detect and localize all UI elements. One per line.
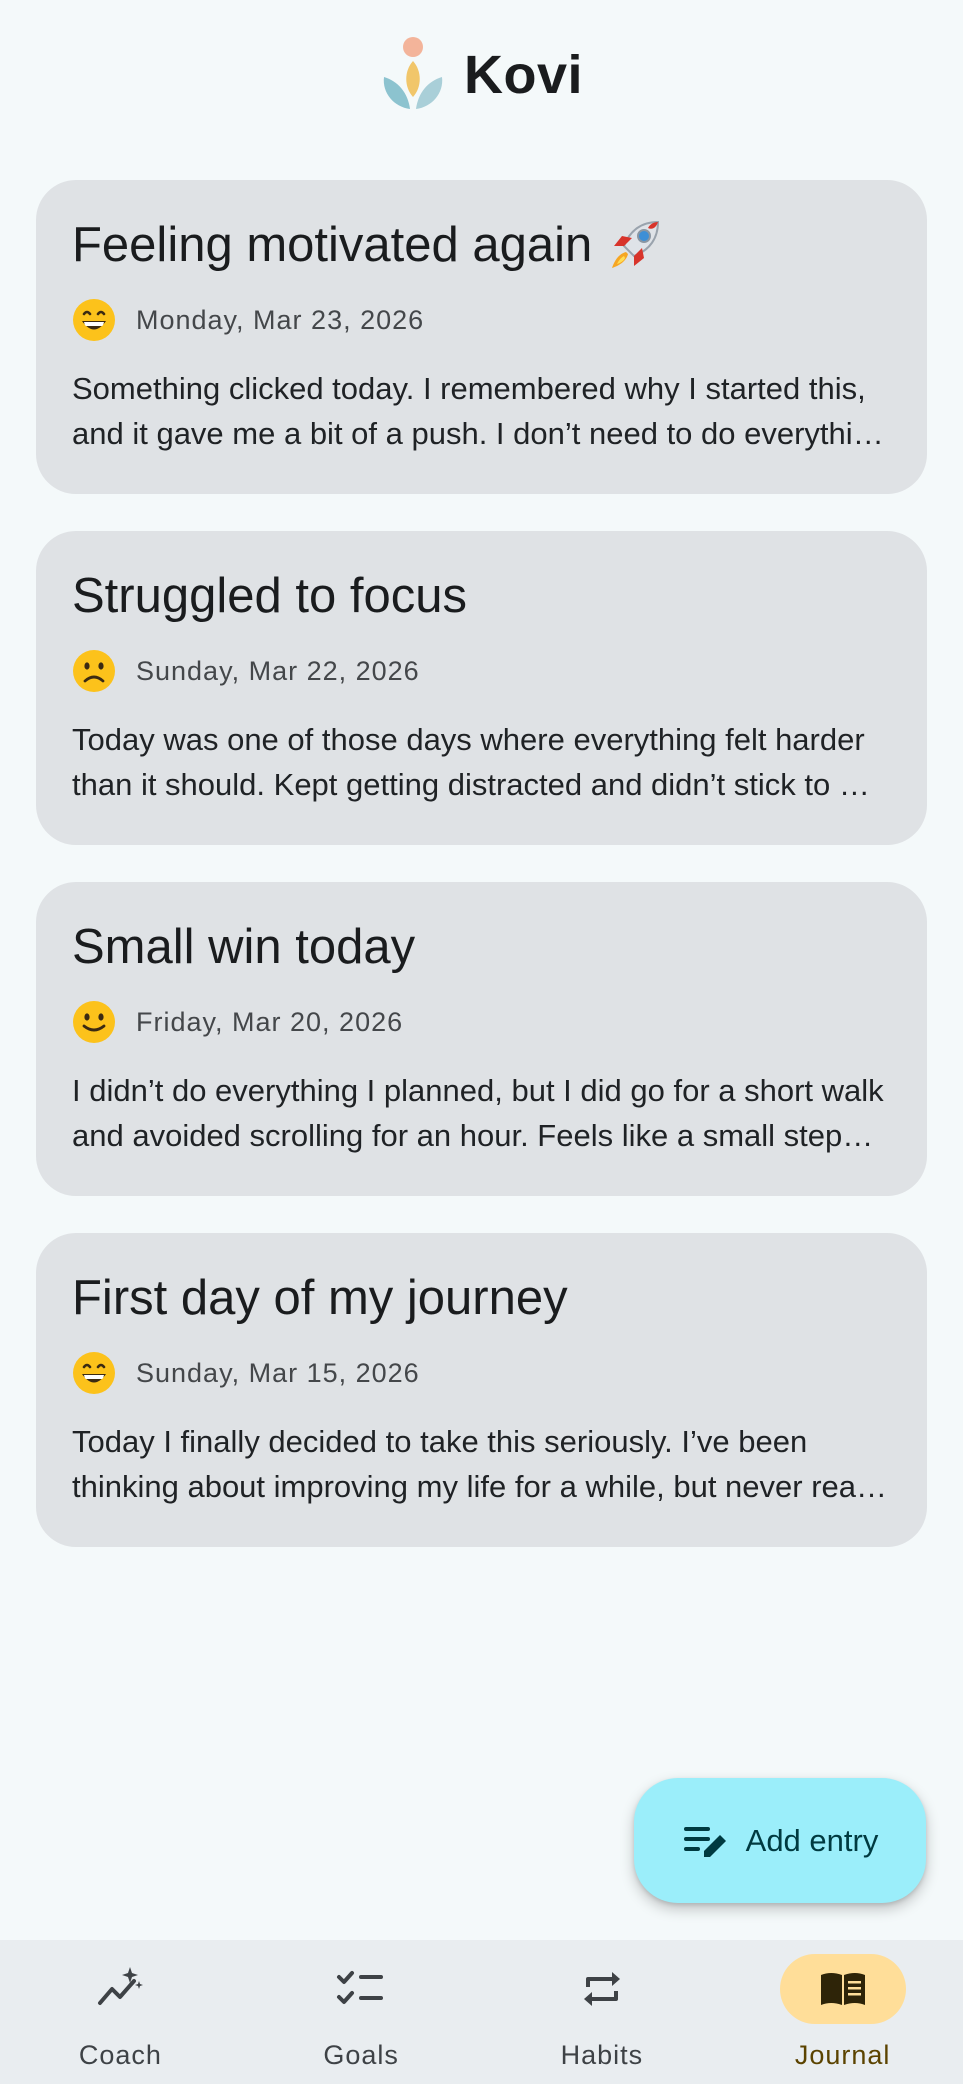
entry-date: Friday, Mar 20, 2026 bbox=[136, 1006, 404, 1037]
journal-entry-card[interactable]: First day of my journey Sunday, Mar 15, … bbox=[36, 1233, 927, 1547]
entry-meta: Sunday, Mar 15, 2026 bbox=[72, 1349, 891, 1397]
nav-label: Habits bbox=[560, 2040, 644, 2070]
entry-preview: Today was one of those days where everyt… bbox=[72, 722, 881, 802]
entry-title-row: Struggled to focus bbox=[72, 565, 891, 627]
grinning-face-icon bbox=[73, 299, 115, 341]
nav-item-goals[interactable]: Goals bbox=[241, 1940, 482, 2084]
journal-entry-list: Feeling motivated again Monday, Mar 23, … bbox=[36, 180, 927, 1584]
repeat-icon bbox=[583, 1972, 620, 2006]
checklist-icon bbox=[337, 1971, 384, 2004]
entry-date: Sunday, Mar 15, 2026 bbox=[136, 1357, 420, 1388]
app-title: Kovi bbox=[463, 45, 584, 105]
slightly-frowning-face-icon bbox=[73, 650, 115, 692]
journal-entry-card[interactable]: Struggled to focus Sunday, Mar 22, 2026 … bbox=[36, 531, 927, 845]
nav-item-coach[interactable]: Coach bbox=[0, 1940, 241, 2084]
nav-icon-container bbox=[298, 1954, 424, 2024]
nav-icon-container bbox=[57, 1954, 183, 2024]
book-icon bbox=[820, 1973, 865, 2005]
entry-title-row: First day of my journey bbox=[72, 1267, 891, 1329]
entry-title: First day of my journey bbox=[72, 1271, 568, 1325]
nav-item-journal[interactable]: Journal bbox=[722, 1940, 963, 2084]
entry-preview: Something clicked today. I remembered wh… bbox=[72, 371, 888, 451]
app-header: Kovi bbox=[0, 0, 963, 150]
entry-meta: Sunday, Mar 22, 2026 bbox=[72, 647, 891, 695]
brand: Kovi bbox=[380, 35, 583, 115]
slightly-smiling-face-icon bbox=[73, 1001, 115, 1043]
entry-title: Struggled to focus bbox=[72, 569, 467, 623]
entry-preview: Today I finally decided to take this ser… bbox=[72, 1424, 886, 1504]
sparkle-chart-icon bbox=[98, 1967, 144, 2005]
entry-title: Small win today bbox=[72, 920, 416, 974]
entry-date: Sunday, Mar 22, 2026 bbox=[136, 655, 420, 686]
nav-icon-container bbox=[539, 1954, 665, 2024]
nav-label: Coach bbox=[78, 2040, 162, 2070]
bottom-navigation: Coach Goals Habits Journal bbox=[0, 1940, 963, 2084]
kovi-logo-icon bbox=[383, 37, 443, 109]
entry-meta: Monday, Mar 23, 2026 bbox=[72, 296, 891, 344]
entry-title: Feeling motivated again bbox=[72, 218, 593, 272]
entry-title-row: Feeling motivated again bbox=[72, 214, 891, 276]
nav-label: Journal bbox=[794, 2040, 891, 2070]
entry-preview: I didn’t do everything I planned, but I … bbox=[72, 1073, 884, 1153]
journal-entry-card[interactable]: Feeling motivated again Monday, Mar 23, … bbox=[36, 180, 927, 494]
add-entry-button[interactable]: Add entry bbox=[634, 1778, 926, 1903]
nav-label: Goals bbox=[323, 2040, 399, 2070]
edit-note-icon bbox=[683, 1826, 726, 1857]
entry-date: Monday, Mar 23, 2026 bbox=[136, 304, 425, 335]
nav-item-habits[interactable]: Habits bbox=[482, 1940, 723, 2084]
entry-title-row: Small win today bbox=[72, 916, 891, 978]
entry-meta: Friday, Mar 20, 2026 bbox=[72, 998, 891, 1046]
nav-icon-container bbox=[779, 1954, 906, 2024]
journal-entry-card[interactable]: Small win today Friday, Mar 20, 2026 I d… bbox=[36, 882, 927, 1196]
grinning-face-icon bbox=[73, 1352, 115, 1394]
rocket-icon bbox=[612, 220, 660, 268]
add-entry-label: Add entry bbox=[745, 1822, 879, 1858]
